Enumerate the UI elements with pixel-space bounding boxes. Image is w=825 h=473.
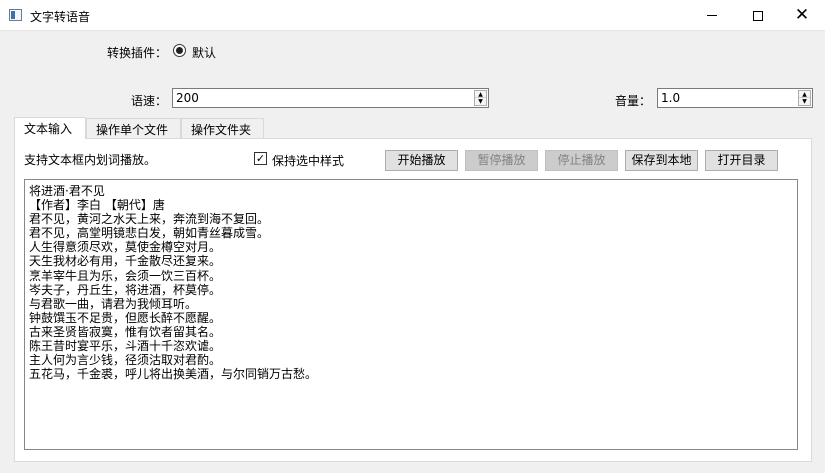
keep-style-checkbox[interactable]: ✓ — [254, 152, 267, 165]
text-input-area[interactable]: 将进酒·君不见 【作者】李白 【朝代】唐 君不见，黄河之水天上来，奔流到海不复回… — [24, 179, 798, 450]
plugin-radio-label[interactable]: 默认 — [192, 44, 216, 61]
start-play-button[interactable]: 开始播放 — [385, 150, 458, 171]
text-line: 将进酒·君不见 — [29, 184, 105, 198]
tab-text-input[interactable]: 文本输入 — [14, 117, 86, 139]
speed-spinbox[interactable]: 200 ▲ ▼ — [172, 88, 489, 108]
text-line: 古来圣贤皆寂寞，惟有饮者留其名。 — [29, 324, 222, 339]
window-title: 文字转语音 — [30, 10, 91, 24]
text-line: 与君歌一曲，请君为我倾耳听。 — [29, 296, 198, 311]
volume-value[interactable]: 1.0 — [661, 91, 680, 105]
minimize-button[interactable] — [689, 0, 735, 31]
tab-folder[interactable]: 操作文件夹 — [181, 118, 264, 138]
text-line: 烹羊宰牛且为乐，会须一饮三百杯。 — [29, 268, 222, 283]
maximize-icon — [753, 10, 763, 21]
pause-play-button[interactable]: 暂停播放 — [465, 150, 538, 171]
text-line: 钟鼓馔玉不足贵，但愿长醉不愿醒。 — [29, 310, 222, 325]
volume-spinbox[interactable]: 1.0 ▲ ▼ — [657, 88, 813, 108]
speed-value[interactable]: 200 — [176, 91, 199, 105]
spin-down-icon[interactable]: ▼ — [475, 98, 486, 105]
text-line: 五花马，千金裘，呼儿将出换美酒，与尔同销万古愁。 — [29, 367, 318, 382]
spin-down-icon[interactable]: ▼ — [799, 98, 810, 105]
hint-text: 支持文本框内划词播放。 — [24, 153, 157, 167]
plugin-radio-default[interactable] — [173, 44, 186, 57]
text-line: 主人何为言少钱，径须沽取对君酌。 — [29, 353, 222, 368]
speed-label: 语速： — [131, 94, 168, 108]
text-line: 君不见，高堂明镜悲白发，朝如青丝暮成雪。 — [29, 226, 270, 241]
close-icon: ✕ — [794, 5, 810, 25]
stop-play-button[interactable]: 停止播放 — [545, 150, 618, 171]
text-line: 天生我材必有用，千金散尽还复来。 — [29, 254, 222, 269]
speed-spin-arrows[interactable]: ▲ ▼ — [474, 90, 487, 106]
minimize-icon — [707, 15, 717, 16]
text-line: 君不见，黄河之水天上来，奔流到海不复回。 — [29, 212, 270, 227]
title-bar: 文字转语音 ✕ — [0, 0, 825, 31]
close-button[interactable]: ✕ — [779, 0, 825, 31]
text-line: 【作者】李白 【朝代】唐 — [29, 198, 165, 213]
spin-up-icon[interactable]: ▲ — [799, 91, 810, 98]
tab-single-file[interactable]: 操作单个文件 — [86, 118, 181, 138]
app-icon — [9, 9, 22, 21]
volume-spin-arrows[interactable]: ▲ ▼ — [798, 90, 811, 106]
maximize-button[interactable] — [735, 0, 781, 31]
text-line: 岑夫子，丹丘生，将进酒，杯莫停。 — [29, 282, 222, 297]
spin-up-icon[interactable]: ▲ — [475, 91, 486, 98]
text-line: 陈王昔时宴平乐，斗酒十千恣欢谑。 — [29, 339, 222, 354]
text-line: 人生得意须尽欢，莫使金樽空对月。 — [29, 240, 222, 255]
checkmark-icon: ✓ — [255, 152, 266, 165]
open-directory-button[interactable]: 打开目录 — [705, 150, 778, 171]
plugin-label: 转换插件： — [107, 46, 168, 60]
keep-style-label[interactable]: 保持选中样式 — [272, 152, 344, 169]
save-local-button[interactable]: 保存到本地 — [625, 150, 698, 171]
volume-label: 音量： — [615, 94, 652, 108]
